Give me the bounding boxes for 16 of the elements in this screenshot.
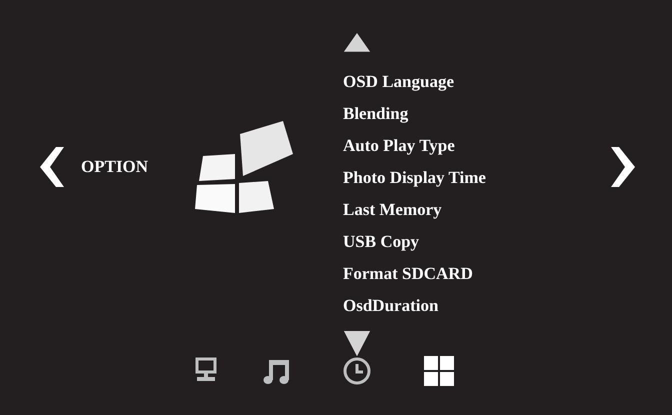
clock-icon[interactable] (342, 356, 372, 386)
menu-item[interactable]: Blending (343, 98, 408, 130)
scroll-up-icon[interactable] (343, 33, 371, 52)
menu-item[interactable]: USB Copy (343, 226, 420, 258)
chevron-left-icon[interactable] (40, 147, 64, 187)
menu-item[interactable]: Photo Display Time (343, 162, 486, 194)
scroll-down-icon[interactable] (343, 330, 371, 356)
menu-item[interactable]: OsdDuration (343, 290, 438, 322)
grid-icon[interactable] (424, 356, 454, 386)
chevron-right-icon[interactable] (611, 147, 635, 187)
category-title: OPTION (81, 157, 148, 177)
menu-item[interactable]: Last Memory (343, 194, 442, 226)
menu-item[interactable]: Auto Play Type (343, 130, 455, 162)
menu-item[interactable]: Format SDCARD (343, 258, 473, 290)
menu-item[interactable]: OSD Language (343, 66, 454, 98)
monitor-icon[interactable] (195, 356, 217, 384)
